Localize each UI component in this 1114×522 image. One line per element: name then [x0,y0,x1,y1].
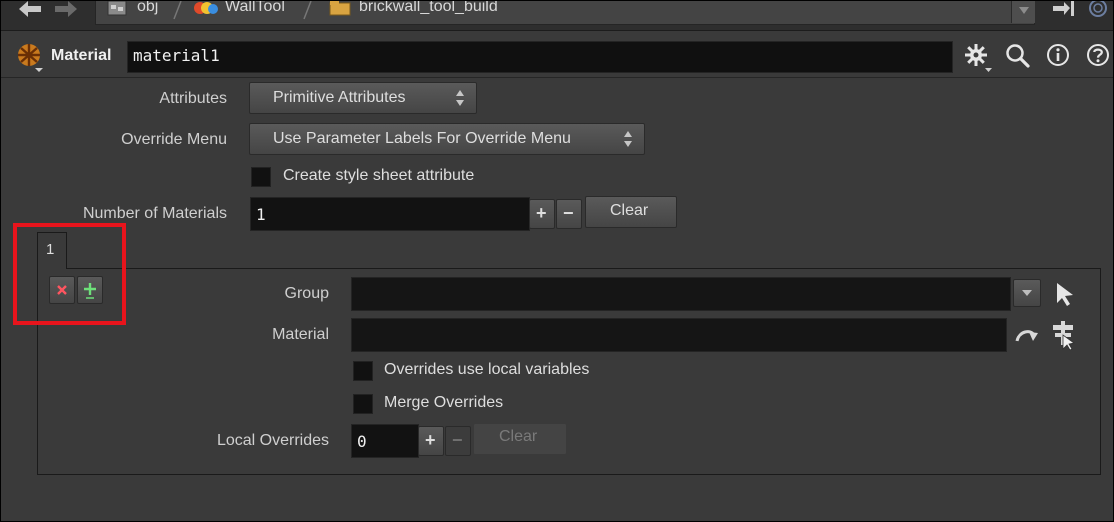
network-icon [107,1,127,17]
node-name-value: material1 [133,46,220,65]
merge-overrides-label: Merge Overrides [384,394,504,411]
attributes-menu-value: Primitive Attributes [273,89,406,106]
clear-materials-label: Clear [610,202,649,219]
node-type-label: Material [51,47,112,64]
group-dropdown-button[interactable] [1013,279,1041,307]
overrides-local-checkbox[interactable] [353,361,373,381]
highlight-box [13,223,126,325]
crumb-separator [171,1,183,21]
material-label: Material [272,326,329,343]
minus-glyph-disabled: − [452,430,463,450]
style-sheet-label: Create style sheet attribute [283,167,475,184]
plus-glyph: + [425,430,436,450]
override-menu-label: Override Menu [121,131,227,148]
path-dropdown-button[interactable] [1011,1,1035,23]
num-materials-field[interactable] [250,197,530,231]
help-icon[interactable] [1085,43,1111,69]
node-type-icon[interactable] [15,41,45,73]
node-name-field[interactable] [127,41,953,73]
attributes-label: Attributes [159,90,227,107]
material-path-field[interactable] [351,318,1007,352]
subnet-icon [193,1,219,17]
group-label: Group [284,285,329,302]
select-arrow-icon[interactable] [1051,279,1079,309]
overrides-local-label: Overrides use local variables [384,361,590,378]
info-icon[interactable] [1045,43,1071,69]
crumb-walltool[interactable]: WallTool [225,1,285,16]
folder-icon [329,1,351,17]
style-sheet-checkbox[interactable] [251,167,271,187]
crumb-separator [301,1,313,21]
num-materials-value: 1 [256,205,266,224]
jump-to-operator-icon[interactable] [1013,323,1041,349]
gear-icon[interactable] [963,41,993,73]
override-menu-value: Use Parameter Labels For Override Menu [273,130,571,147]
updown-arrows-icon [453,87,467,109]
minus-glyph: − [563,203,574,223]
parameter-editor-window: obj WallTool brickwall_tool_build Materi… [0,0,1114,522]
back-arrow-icon[interactable] [17,1,43,19]
clear-overrides-label: Clear [499,428,538,445]
link-indicator-icon[interactable] [1087,1,1109,21]
crumb-obj[interactable]: obj [137,1,158,16]
pin-icon[interactable] [1051,1,1077,19]
num-materials-label: Number of Materials [82,205,227,222]
merge-overrides-checkbox[interactable] [353,394,373,414]
local-overrides-label: Local Overrides [216,432,329,449]
local-overrides-value: 0 [357,432,367,451]
crumb-brickwall-tool-build[interactable]: brickwall_tool_build [359,1,498,16]
forward-arrow-icon[interactable] [53,1,79,19]
header-divider [1,77,1113,78]
group-field[interactable] [351,277,1011,311]
plus-glyph: + [536,203,547,223]
operator-chooser-icon[interactable] [1049,319,1079,351]
search-icon[interactable] [1005,43,1031,69]
updown-arrows-icon [621,128,635,150]
